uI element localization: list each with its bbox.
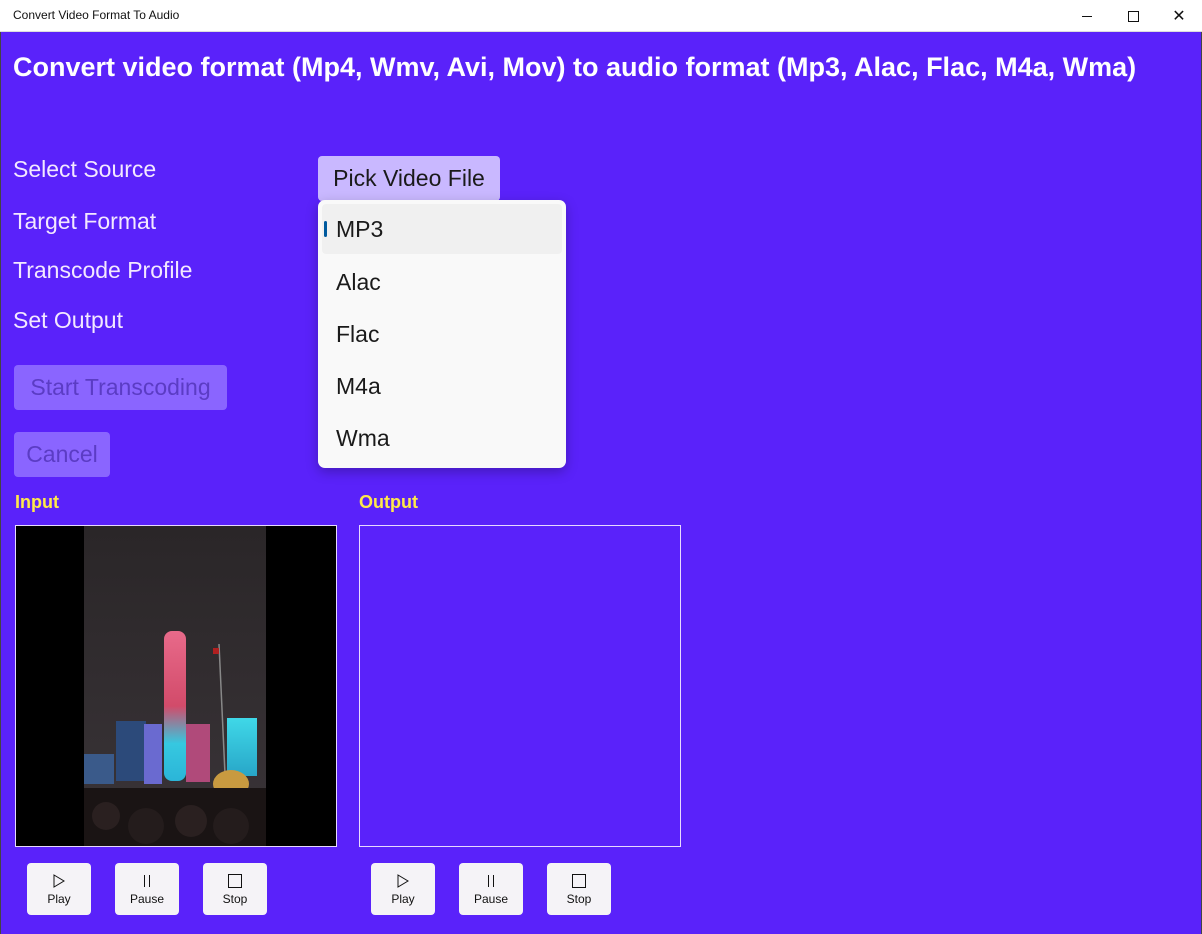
input-play-button[interactable]: Play [27,863,91,915]
output-stop-button[interactable]: Stop [547,863,611,915]
input-stop-button[interactable]: Stop [203,863,267,915]
page-title: Convert video format (Mp4, Wmv, Avi, Mov… [13,52,1137,82]
stop-label: Stop [222,892,248,906]
minimize-icon [1082,15,1092,17]
pause-label: Pause [473,892,509,906]
input-pause-button[interactable]: Pause [115,863,179,915]
target-format-label: Target Format [13,208,157,234]
pick-video-file-button[interactable]: Pick Video File [318,156,500,201]
app-content: Convert video format (Mp4, Wmv, Avi, Mov… [0,32,1202,934]
stop-icon [572,872,586,890]
play-icon [397,872,409,890]
dropdown-option-alac[interactable]: Alac [322,257,562,307]
selection-indicator [324,221,327,237]
cancel-button[interactable]: Cancel [14,432,110,477]
title-bar: Convert Video Format To Audio ✕ [0,0,1202,32]
option-label: Wma [336,424,390,451]
transcode-profile-label: Transcode Profile [13,257,193,283]
dropdown-option-wma[interactable]: Wma [322,413,562,463]
window-title: Convert Video Format To Audio [13,8,180,22]
dropdown-option-m4a[interactable]: M4a [322,361,562,411]
option-label: Alac [336,268,381,295]
play-label: Play [391,892,415,906]
play-label: Play [47,892,71,906]
output-label: Output [359,492,418,512]
dropdown-option-mp3[interactable]: MP3 [322,204,562,254]
output-pause-button[interactable]: Pause [459,863,523,915]
start-transcoding-button[interactable]: Start Transcoding [14,365,227,410]
input-video-player[interactable] [15,525,337,847]
option-label: Flac [336,320,380,347]
minimize-button[interactable] [1064,0,1110,32]
output-media-player[interactable] [359,525,681,847]
select-source-label: Select Source [13,156,157,182]
output-play-button[interactable]: Play [371,863,435,915]
video-frame [84,526,266,846]
option-label: MP3 [336,215,384,242]
dropdown-option-flac[interactable]: Flac [322,309,562,359]
close-icon: ✕ [1172,6,1186,25]
option-label: M4a [336,372,381,399]
play-icon [53,872,65,890]
set-output-label: Set Output [13,307,123,333]
stop-icon [228,872,242,890]
maximize-icon [1127,10,1139,22]
stop-label: Stop [566,892,592,906]
pause-label: Pause [129,892,165,906]
input-label: Input [15,492,59,512]
target-format-dropdown[interactable]: MP3 Alac Flac M4a Wma [318,200,566,468]
pause-icon [144,872,150,890]
pause-icon [488,872,494,890]
close-button[interactable]: ✕ [1156,0,1202,32]
maximize-button[interactable] [1110,0,1156,32]
